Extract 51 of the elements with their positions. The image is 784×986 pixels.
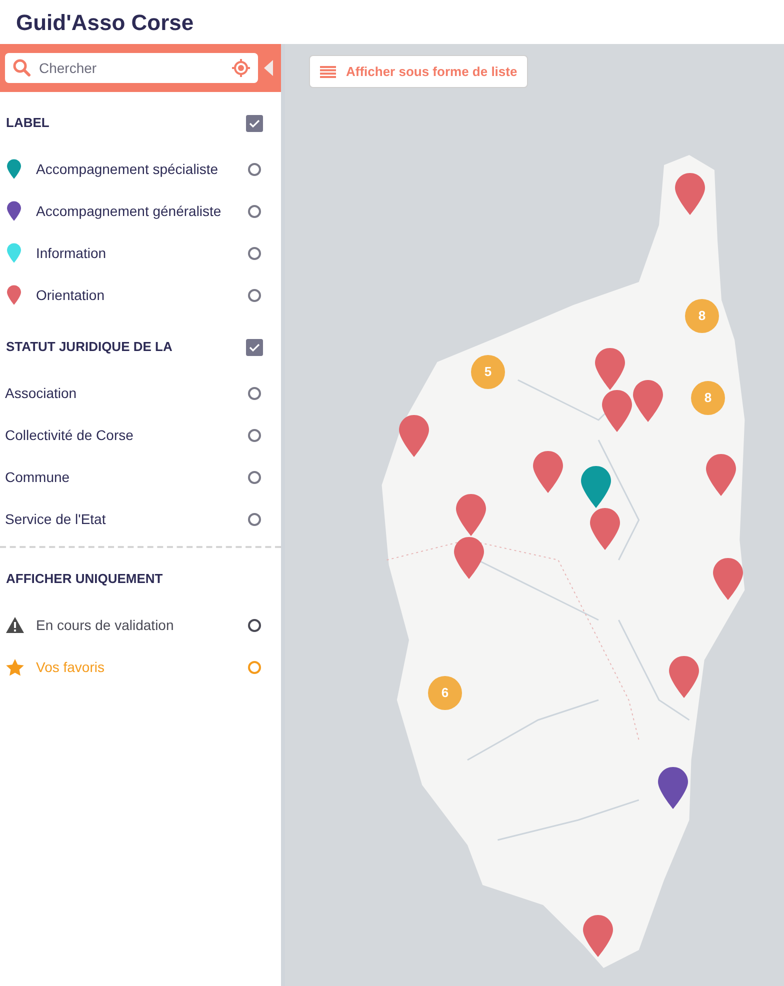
map-marker[interactable] xyxy=(456,494,486,536)
radio-button[interactable] xyxy=(248,246,261,260)
map-marker[interactable] xyxy=(633,380,663,422)
radio-button[interactable] xyxy=(248,660,261,674)
filter-label: Orientation xyxy=(36,286,106,304)
section-title: LABEL xyxy=(6,114,50,132)
list-view-button[interactable]: Afficher sous forme de liste xyxy=(309,55,528,88)
list-icon xyxy=(320,66,336,78)
map-marker[interactable] xyxy=(713,558,743,600)
locate-icon[interactable] xyxy=(232,59,250,77)
filter-label: Vos favoris xyxy=(36,658,106,676)
warning-icon xyxy=(6,617,24,633)
checkbox[interactable] xyxy=(246,338,263,356)
radio-button[interactable] xyxy=(248,204,261,218)
filter-label: Information xyxy=(36,244,108,262)
filter-label: Accompagnement spécialiste xyxy=(36,160,220,179)
radio-button[interactable] xyxy=(248,386,261,400)
map-marker[interactable] xyxy=(706,454,736,496)
check-icon xyxy=(249,118,260,128)
map-marker[interactable] xyxy=(658,767,688,809)
map-marker[interactable] xyxy=(399,415,429,457)
radio-button[interactable] xyxy=(248,512,261,526)
radio-button[interactable] xyxy=(248,618,261,632)
search-icon xyxy=(13,59,31,77)
collapse-icon[interactable] xyxy=(264,60,273,76)
section-title: STATUT JURIDIQUE DE LA xyxy=(6,338,174,356)
search-field[interactable]: Chercher xyxy=(5,53,258,83)
filter-label: Association xyxy=(5,384,78,402)
map-marker[interactable] xyxy=(590,508,620,550)
check-icon xyxy=(249,342,260,352)
filter-label: En cours de validation xyxy=(36,616,175,634)
filter-label: Commune xyxy=(5,468,71,486)
checkbox[interactable] xyxy=(246,114,263,132)
map-marker[interactable] xyxy=(583,915,613,957)
app-title: Guid'Asso Corse xyxy=(16,8,194,36)
map-marker[interactable] xyxy=(669,656,699,698)
section-title: AFFICHER UNIQUEMENT xyxy=(6,570,164,588)
map-marker[interactable] xyxy=(454,537,484,579)
map-marker[interactable] xyxy=(533,451,563,493)
radio-button[interactable] xyxy=(248,470,261,484)
radio-button[interactable] xyxy=(248,162,261,176)
radio-button[interactable] xyxy=(248,428,261,442)
filter-label: Service de l'Etat xyxy=(5,510,107,528)
map-marker[interactable] xyxy=(581,466,611,508)
map-marker[interactable] xyxy=(675,173,705,215)
filter-label: Collectivité de Corse xyxy=(5,426,134,444)
filter-label: Accompagnement généraliste xyxy=(36,202,222,221)
map-marker[interactable] xyxy=(595,348,625,390)
radio-button[interactable] xyxy=(248,288,261,302)
star-icon xyxy=(6,658,24,676)
map-marker[interactable] xyxy=(602,390,632,432)
